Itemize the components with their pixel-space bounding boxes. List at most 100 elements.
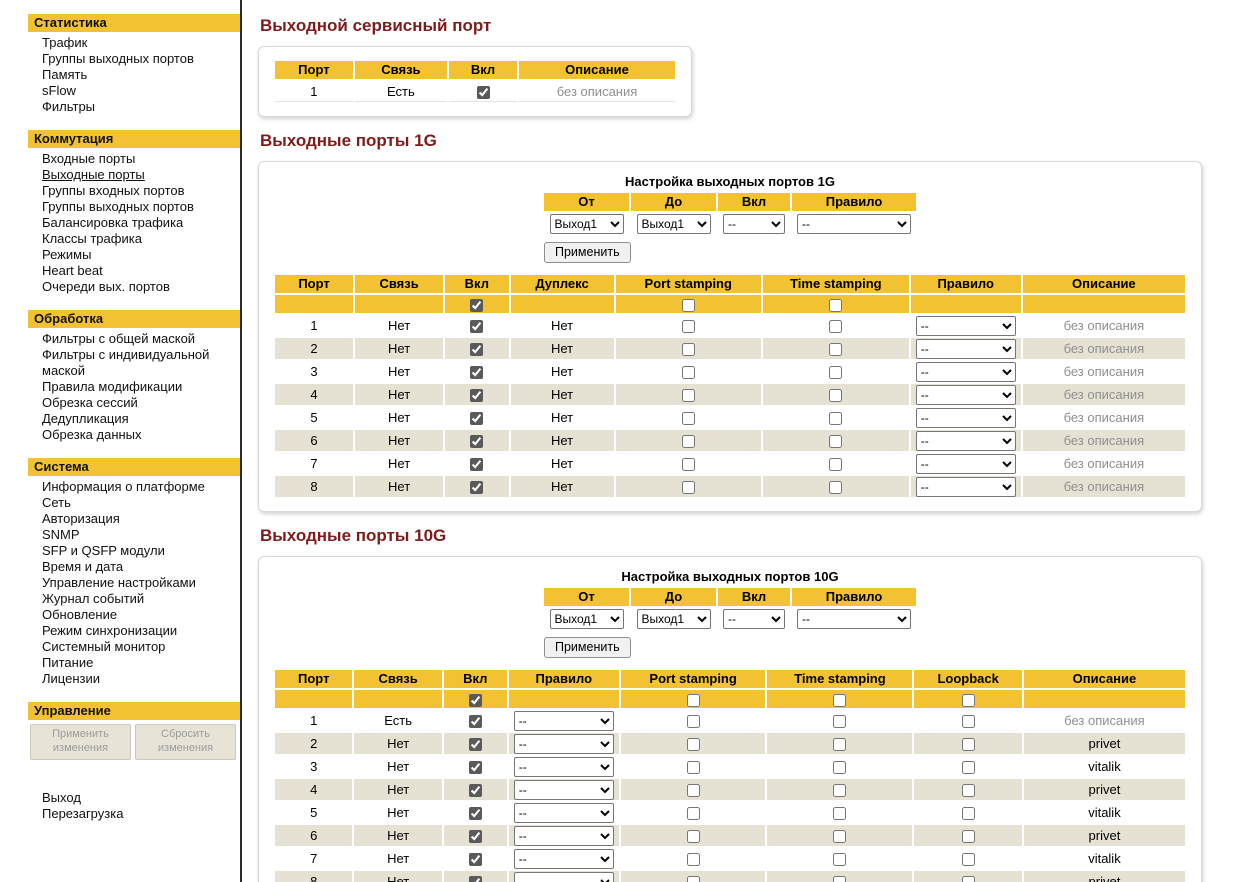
master-enabled-checkbox[interactable] [470,298,484,312]
sidebar-item[interactable]: Обрезка данных [42,427,240,443]
rule-select[interactable]: -- [915,361,1016,382]
sidebar-item[interactable]: SFP и QSFP модули [42,543,240,559]
sidebar-item[interactable]: Классы трафика [42,231,240,247]
sidebar-item[interactable]: Группы выходных портов [42,199,240,215]
rule-select[interactable]: -- [915,476,1016,497]
loopback-checkbox[interactable] [961,761,975,775]
sidebar-item[interactable]: Группы входных портов [42,183,240,199]
from-port-select[interactable]: Выход1 [549,608,624,629]
rule-select[interactable]: -- [915,430,1016,451]
sidebar-link[interactable]: Выход [42,790,240,806]
sidebar-item[interactable]: SNMP [42,527,240,543]
rule-select[interactable]: -- [513,802,614,823]
to-port-select[interactable]: Выход1 [636,213,711,234]
rule-select[interactable]: -- [513,710,614,731]
port-stamping-checkbox[interactable] [686,784,700,798]
port-stamping-checkbox[interactable] [681,435,695,449]
enabled-checkbox[interactable] [470,458,484,472]
rule-select[interactable]: -- [513,848,614,869]
enabled-checkbox[interactable] [468,853,482,867]
rule-select[interactable]: -- [915,407,1016,428]
port-stamping-checkbox[interactable] [686,876,700,882]
sidebar-item[interactable]: Авторизация [42,511,240,527]
time-stamping-checkbox[interactable] [833,876,847,882]
sidebar-item[interactable]: Системный монитор [42,639,240,655]
port-stamping-checkbox[interactable] [681,389,695,403]
time-stamping-checkbox[interactable] [833,715,847,729]
apply-button[interactable]: Применить [544,242,631,263]
time-stamping-checkbox[interactable] [833,784,847,798]
sidebar-item[interactable]: Дедупликация [42,411,240,427]
master-port-stamping-checkbox[interactable] [686,693,700,707]
sidebar-item[interactable]: Время и дата [42,559,240,575]
port-stamping-checkbox[interactable] [681,366,695,380]
time-stamping-checkbox[interactable] [833,738,847,752]
sidebar-item[interactable]: Обрезка сессий [42,395,240,411]
sidebar-item[interactable]: Выходные порты [42,167,240,183]
enabled-checkbox[interactable] [468,715,482,729]
time-stamping-checkbox[interactable] [829,481,843,495]
port-stamping-checkbox[interactable] [681,320,695,334]
rule-select[interactable]: -- [915,315,1016,336]
sidebar-item[interactable]: Heart beat [42,263,240,279]
port-stamping-checkbox[interactable] [681,343,695,357]
apply-changes-button[interactable]: Применить изменения [30,724,131,760]
master-loopback-checkbox[interactable] [961,693,975,707]
time-stamping-checkbox[interactable] [829,389,843,403]
sidebar-item[interactable]: Память [42,67,240,83]
rule-select[interactable]: -- [513,733,614,754]
sidebar-item[interactable]: Журнал событий [42,591,240,607]
port-stamping-checkbox[interactable] [681,412,695,426]
time-stamping-checkbox[interactable] [829,320,843,334]
enabled-checkbox[interactable] [468,738,482,752]
port-stamping-checkbox[interactable] [686,807,700,821]
rule-select[interactable]: -- [915,384,1016,405]
rule-select[interactable]: -- [513,779,614,800]
time-stamping-checkbox[interactable] [829,435,843,449]
port-stamping-checkbox[interactable] [686,715,700,729]
enabled-select[interactable]: -- [723,608,785,629]
master-port-stamping-checkbox[interactable] [681,298,695,312]
enabled-checkbox[interactable] [476,85,490,99]
time-stamping-checkbox[interactable] [833,807,847,821]
rule-select[interactable]: -- [513,756,614,777]
port-stamping-checkbox[interactable] [686,830,700,844]
enabled-checkbox[interactable] [468,807,482,821]
from-port-select[interactable]: Выход1 [549,213,624,234]
sidebar-item[interactable]: Трафик [42,35,240,51]
port-stamping-checkbox[interactable] [686,761,700,775]
rule-select[interactable]: -- [915,338,1016,359]
time-stamping-checkbox[interactable] [829,366,843,380]
rule-select[interactable]: -- [915,453,1016,474]
rule-select[interactable]: -- [513,871,614,882]
sidebar-item[interactable]: Балансировка трафика [42,215,240,231]
reset-changes-button[interactable]: Сбросить изменения [135,724,236,760]
enabled-checkbox[interactable] [470,412,484,426]
sidebar-item[interactable]: Фильтры [42,99,240,115]
sidebar-item[interactable]: Режимы [42,247,240,263]
sidebar-item[interactable]: Правила модификации [42,379,240,395]
enabled-checkbox[interactable] [468,761,482,775]
master-enabled-checkbox[interactable] [468,693,482,707]
loopback-checkbox[interactable] [961,876,975,882]
to-port-select[interactable]: Выход1 [636,608,711,629]
time-stamping-checkbox[interactable] [829,343,843,357]
loopback-checkbox[interactable] [961,853,975,867]
enabled-checkbox[interactable] [470,366,484,380]
enabled-checkbox[interactable] [468,784,482,798]
master-time-stamping-checkbox[interactable] [829,298,843,312]
time-stamping-checkbox[interactable] [833,761,847,775]
enabled-select[interactable]: -- [723,213,785,234]
sidebar-link[interactable]: Перезагрузка [42,806,240,822]
enabled-checkbox[interactable] [470,389,484,403]
rule-select[interactable]: -- [797,213,911,234]
time-stamping-checkbox[interactable] [829,458,843,472]
sidebar-item[interactable]: Сеть [42,495,240,511]
enabled-checkbox[interactable] [470,435,484,449]
sidebar-item[interactable]: Информация о платформе [42,479,240,495]
time-stamping-checkbox[interactable] [829,412,843,426]
sidebar-item[interactable]: Режим синхронизации [42,623,240,639]
port-stamping-checkbox[interactable] [681,458,695,472]
sidebar-item[interactable]: Фильтры с индивидуальной маской [42,347,240,379]
sidebar-item[interactable]: Питание [42,655,240,671]
